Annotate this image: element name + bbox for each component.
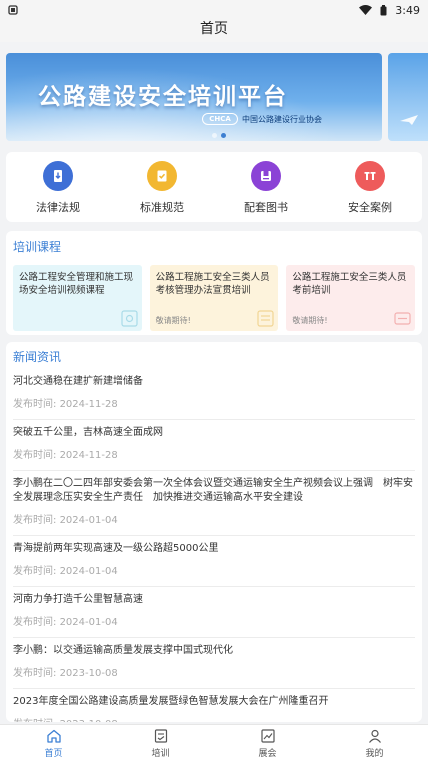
news-date: 发布时间: 2024-01-04 — [13, 514, 415, 528]
notification-icon — [8, 5, 18, 15]
news-section: 新闻资讯 河北交通稳在建扩新建增储备 发布时间: 2024-11-28 突破五千… — [6, 342, 422, 722]
category-books[interactable]: 配套图书 — [226, 161, 306, 215]
standard-doc-icon — [147, 161, 177, 191]
banner-dot[interactable] — [212, 133, 217, 138]
news-item[interactable]: 青海提前两年实现高速及一级公路超5000公里 发布时间: 2024-01-04 — [13, 536, 415, 587]
course-card[interactable]: 公路工程施工安全三类人员考前培训 敬请期待! — [286, 265, 416, 331]
section-title: 培训课程 — [13, 240, 62, 254]
news-date: 发布时间: 2024-01-04 — [13, 616, 415, 630]
page-title: 首页 — [0, 20, 428, 42]
tab-label: 培训 — [151, 749, 170, 759]
course-hint: 敬请期待! — [292, 316, 328, 325]
status-bar-left — [8, 5, 359, 15]
category-label: 标准规范 — [140, 201, 184, 214]
paper-plane-icon — [400, 115, 418, 125]
news-title: 青海提前两年实现高速及一级公路超5000公里 — [13, 543, 219, 554]
course-list: 公路工程安全管理和施工现场安全培训视频课程 公路工程施工安全三类人员考核管理办法… — [13, 265, 416, 331]
news-date: 发布时间: 2024-11-28 — [13, 398, 415, 412]
news-date-prefix: 发布时间: — [13, 399, 57, 410]
category-label: 配套图书 — [244, 201, 288, 214]
banner-logo-badge: CHCA — [202, 113, 238, 125]
news-title: 2023年度全国公路建设高质量发展暨绿色智慧发展大会在广州隆重召开 — [13, 696, 329, 707]
news-date-value: 2024-11-28 — [59, 450, 118, 461]
course-name: 公路工程施工安全三类人员考核管理办法宣贯培训 — [155, 272, 270, 296]
category-label: 安全案例 — [348, 201, 392, 214]
news-title: 河北交通稳在建扩新建增储备 — [13, 376, 143, 387]
news-item[interactable]: 李小鹏在二〇二四年部安委会第一次全体会议暨交通运输安全生产视频会议上强调 树牢安… — [13, 471, 415, 536]
tab-training[interactable]: 培训 — [107, 725, 214, 760]
news-date-prefix: 发布时间: — [13, 668, 57, 679]
status-bar: 3:49 — [0, 0, 428, 20]
training-courses-section: 培训课程 公路工程安全管理和施工现场安全培训视频课程 公路工程施工安全三类人员考… — [6, 231, 422, 335]
news-date: 发布时间: 2023-10-08 — [13, 667, 415, 681]
banner-indicator — [212, 133, 226, 138]
tab-label: 展会 — [258, 749, 277, 759]
news-date: 发布时间: 2023-10-08 — [13, 718, 415, 722]
category-law[interactable]: 法律法规 — [18, 161, 98, 215]
banner-next-slide[interactable] — [388, 53, 428, 141]
battery-icon — [380, 4, 387, 15]
news-date-prefix: 发布时间: — [13, 566, 57, 577]
news-title: 李小鹏在二〇二四年部安委会第一次全体会议暨交通运输安全生产视频会议上强调 树牢安… — [13, 478, 413, 503]
news-item[interactable]: 河南力争打造千公里智慧高速 发布时间: 2024-01-04 — [13, 587, 415, 638]
news-date: 发布时间: 2024-11-28 — [13, 449, 415, 463]
news-date-value: 2024-11-28 — [59, 399, 118, 410]
home-icon — [46, 729, 61, 743]
training-icon — [154, 729, 167, 743]
banner-dot-active[interactable] — [221, 133, 226, 138]
tab-home[interactable]: 首页 — [0, 725, 107, 760]
tab-profile[interactable]: 我的 — [321, 725, 428, 760]
profile-icon — [368, 729, 381, 743]
banner-logo-text: 中国公路建设行业协会 — [242, 114, 322, 124]
banner-logo: CHCA 中国公路建设行业协会 — [202, 113, 322, 125]
exhibition-icon — [260, 729, 275, 743]
safety-case-icon — [355, 161, 385, 191]
banner-carousel[interactable]: 公路建设安全培训平台 CHCA 中国公路建设行业协会 — [0, 48, 428, 146]
news-date-prefix: 发布时间: — [13, 515, 57, 526]
exam-icon — [394, 312, 411, 325]
news-title: 突破五千公里，吉林高速全面成网 — [13, 427, 163, 438]
news-date-value: 2024-01-04 — [59, 566, 118, 577]
news-date-value: 2024-01-04 — [59, 515, 118, 526]
wifi-icon — [359, 5, 373, 15]
section-title: 新闻资讯 — [13, 350, 62, 364]
category-standards[interactable]: 标准规范 — [122, 161, 202, 215]
course-hint: 敬请期待! — [155, 316, 191, 325]
category-safety-cases[interactable]: 安全案例 — [330, 161, 410, 215]
course-name: 公路工程施工安全三类人员考前培训 — [292, 272, 407, 296]
news-title: 河南力争打造千公里智慧高速 — [13, 594, 143, 605]
news-item[interactable]: 李小鹏：以交通运输高质量发展支撑中国式现代化 发布时间: 2023-10-08 — [13, 638, 415, 689]
news-title: 李小鹏：以交通运输高质量发展支撑中国式现代化 — [13, 645, 233, 656]
status-bar-right: 3:49 — [359, 4, 420, 17]
course-card[interactable]: 公路工程施工安全三类人员考核管理办法宣贯培训 敬请期待! — [149, 265, 279, 331]
bottom-tab-bar: 首页 培训 展会 我的 — [0, 724, 428, 760]
tab-label: 我的 — [365, 749, 384, 759]
category-shortcuts: 法律法规 标准规范 配套图书 安全案例 — [6, 152, 422, 222]
news-date-prefix: 发布时间: — [13, 719, 56, 722]
news-item[interactable]: 2023年度全国公路建设高质量发展暨绿色智慧发展大会在广州隆重召开 发布时间: … — [13, 689, 415, 722]
banner-slide[interactable]: 公路建设安全培训平台 CHCA 中国公路建设行业协会 — [6, 53, 382, 141]
law-book-icon — [43, 161, 73, 191]
news-date-prefix: 发布时间: — [13, 450, 57, 461]
tab-exhibition[interactable]: 展会 — [214, 725, 321, 760]
course-card[interactable]: 公路工程安全管理和施工现场安全培训视频课程 — [13, 265, 142, 331]
document-icon — [257, 310, 274, 327]
banner-title: 公路建设安全培训平台 — [38, 84, 288, 110]
tab-label: 首页 — [44, 749, 63, 759]
news-date-value: 2023-10-08 — [59, 668, 118, 679]
news-item[interactable]: 突破五千公里，吉林高速全面成网 发布时间: 2024-11-28 — [13, 420, 415, 471]
course-name: 公路工程安全管理和施工现场安全培训视频课程 — [19, 272, 134, 296]
status-time: 3:49 — [395, 3, 420, 17]
book-icon — [251, 161, 281, 191]
video-icon — [121, 310, 138, 327]
category-label: 法律法规 — [36, 201, 80, 214]
news-date: 发布时间: 2024-01-04 — [13, 565, 415, 579]
news-date-value: 2024-01-04 — [59, 617, 118, 628]
news-date-value: 2023-10-08 — [60, 719, 118, 722]
news-date-prefix: 发布时间: — [13, 617, 57, 628]
news-item[interactable]: 河北交通稳在建扩新建增储备 发布时间: 2024-11-28 — [13, 369, 415, 420]
